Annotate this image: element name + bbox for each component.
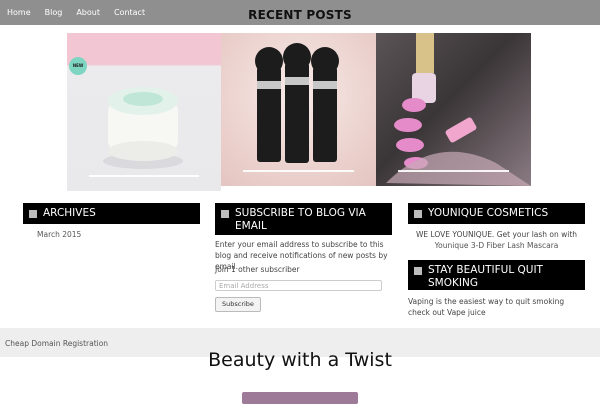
archives-title-text: ARCHIVES — [43, 207, 96, 219]
page-title: RECENT POSTS — [248, 8, 352, 22]
square-icon — [414, 210, 422, 218]
hero-title: Beauty with a Twist — [208, 349, 392, 371]
subscriber-count: Join 1 other subscriber — [215, 265, 300, 274]
thumbnail-caption-bar — [398, 170, 509, 172]
younique-line: WE LOVE YOUNIQUE. Get your lash on with — [415, 230, 578, 239]
square-icon — [414, 267, 422, 275]
quit-text: Vaping is the easiest way to quit smokin… — [408, 297, 565, 317]
makeup-brushes-image — [255, 43, 339, 163]
younique-text: WE LOVE YOUNIQUE. Get your lash on with … — [408, 229, 585, 251]
square-icon — [29, 210, 37, 218]
subscribe-title-text: SUBSCRIBE TO BLOG VIA EMAIL — [235, 207, 366, 232]
archive-link-label[interactable]: March 2015 — [37, 230, 81, 239]
subscribe-button[interactable]: Subscribe — [215, 297, 261, 312]
recent-posts-gallery: NEW — [67, 33, 531, 191]
thumbnail-caption-bar — [243, 170, 354, 172]
archives-widget-title: ARCHIVES — [23, 203, 200, 224]
hero-cta-button[interactable] — [242, 392, 358, 404]
younique-widget-title: YOUNIQUE COSMETICS — [408, 203, 585, 224]
post-thumbnail-brushes[interactable] — [221, 33, 376, 186]
quit-title-text: STAY BEAUTIFUL QUIT SMOKING — [428, 264, 543, 289]
lipstick-nails-image — [386, 33, 531, 186]
quit-smoking-text: Vaping is the easiest way to quit smokin… — [408, 296, 588, 318]
quit-smoking-widget-title: STAY BEAUTIFUL QUIT SMOKING — [408, 260, 585, 290]
subscribe-widget-title: SUBSCRIBE TO BLOG VIA EMAIL — [215, 203, 392, 235]
archive-link-march-2015[interactable]: March 2015 — [37, 229, 81, 240]
footer-link-domain[interactable]: Cheap Domain Registration — [5, 339, 108, 348]
younique-mascara-link[interactable]: Younique 3-D Fiber Lash Mascara — [435, 241, 559, 250]
thumbnail-caption-bar — [89, 175, 199, 177]
cream-jar-image — [103, 87, 183, 169]
post-thumbnail-cream-jar[interactable]: NEW — [67, 33, 221, 191]
email-field[interactable]: Email Address — [215, 280, 382, 291]
square-icon — [221, 210, 229, 218]
post-thumbnail-lipstick[interactable] — [376, 33, 531, 186]
younique-title-text: YOUNIQUE COSMETICS — [428, 207, 549, 219]
vape-juice-link[interactable]: Vape juice — [447, 308, 486, 317]
